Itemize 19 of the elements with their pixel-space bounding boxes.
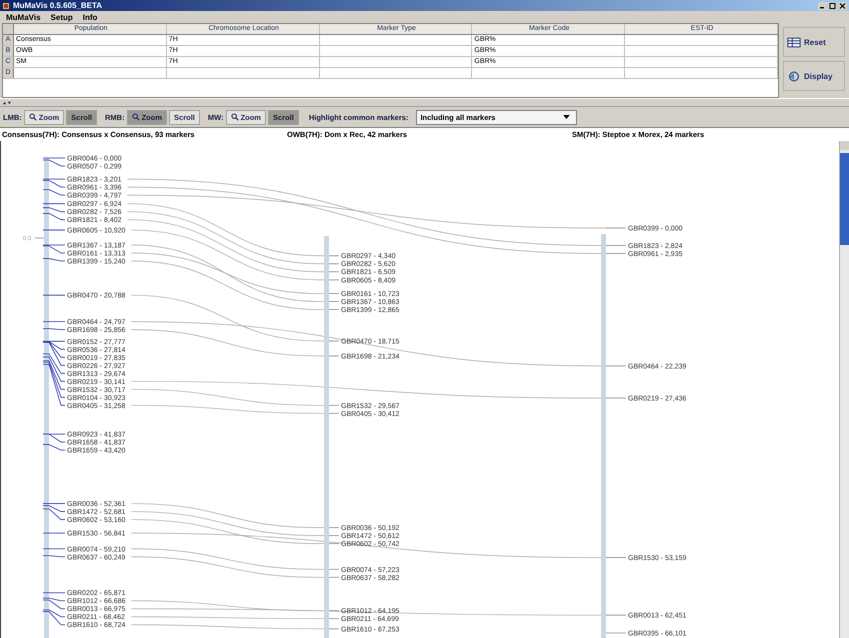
menu-item[interactable]: Setup xyxy=(50,12,73,22)
app-icon xyxy=(2,2,10,10)
menu-item[interactable]: MuMaVis xyxy=(6,12,41,22)
scrollbar[interactable] xyxy=(839,141,849,638)
search-icon xyxy=(230,113,239,121)
caret-icon xyxy=(563,115,570,119)
display-button[interactable]: Display xyxy=(783,61,845,91)
scroll-thumb[interactable] xyxy=(840,153,849,245)
grid-icon xyxy=(787,36,801,48)
minimize-icon[interactable] xyxy=(818,2,827,10)
reset-button[interactable]: Reset xyxy=(783,27,845,57)
maximize-icon[interactable] xyxy=(828,2,837,10)
window-title: MuMaVis 0.5.605_BETA xyxy=(13,1,102,10)
refresh-icon xyxy=(787,70,801,82)
search-icon xyxy=(28,113,37,121)
close-icon[interactable] xyxy=(838,2,847,10)
splitter-arrows-icon[interactable] xyxy=(2,100,12,104)
menu-item[interactable]: Info xyxy=(82,12,98,22)
search-icon xyxy=(132,113,140,121)
